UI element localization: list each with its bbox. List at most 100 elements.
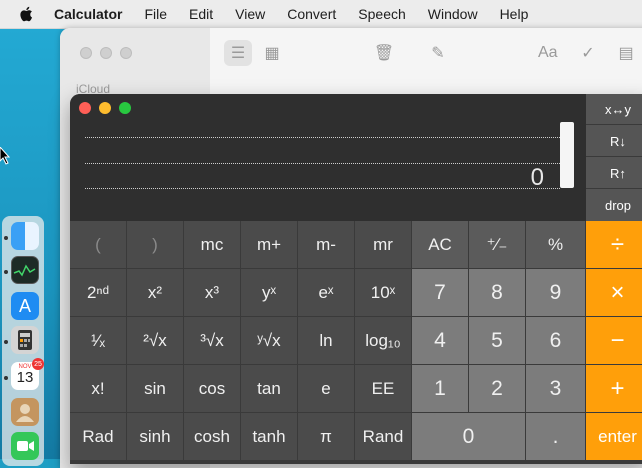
second-key[interactable]: 2ⁿᵈ — [70, 269, 127, 317]
rad-key[interactable]: Rad — [70, 413, 127, 461]
sign-key[interactable]: ⁺∕₋ — [469, 221, 526, 269]
display-scrollbar[interactable] — [560, 122, 574, 188]
tan-key[interactable]: tan — [241, 365, 298, 413]
enter-key[interactable]: enter — [586, 413, 642, 461]
ln-key[interactable]: ln — [298, 317, 355, 365]
rand-key[interactable]: Rand — [355, 413, 412, 461]
cursor-icon — [0, 147, 10, 165]
menu-edit[interactable]: Edit — [189, 6, 213, 22]
menu-convert[interactable]: Convert — [287, 6, 336, 22]
power-key[interactable]: yˣ — [241, 269, 298, 317]
calendar-badge: 25 — [32, 358, 44, 370]
multiply-key[interactable]: × — [586, 269, 642, 317]
list-view-icon[interactable]: ☰ — [224, 40, 252, 66]
notes-minimize-button[interactable] — [100, 47, 112, 59]
digit-8-key[interactable]: 8 — [469, 269, 526, 317]
all-clear-key[interactable]: AC — [412, 221, 469, 269]
square-key[interactable]: x² — [127, 269, 184, 317]
digit-1-key[interactable]: 1 — [412, 365, 469, 413]
drop-button[interactable]: drop — [586, 190, 642, 221]
digit-3-key[interactable]: 3 — [526, 365, 586, 413]
nth-root-key[interactable]: ʸ√x — [241, 317, 298, 365]
e-key[interactable]: e — [298, 365, 355, 413]
dock-running-dot — [4, 376, 8, 380]
percent-key[interactable]: % — [526, 221, 586, 269]
calculator-display: 0 — [70, 94, 586, 221]
cosh-key[interactable]: cosh — [184, 413, 241, 461]
app-store-icon[interactable]: A — [11, 292, 39, 320]
ten-power-key[interactable]: 10ˣ — [355, 269, 412, 317]
activity-monitor-icon[interactable] — [11, 256, 39, 284]
menu-window[interactable]: Window — [428, 6, 478, 22]
tanh-key[interactable]: tanh — [241, 413, 298, 461]
factorial-key[interactable]: x! — [70, 365, 127, 413]
table-icon[interactable]: ▤ — [612, 40, 640, 66]
menu-calculator[interactable]: Calculator — [54, 6, 122, 22]
plus-key[interactable]: + — [586, 365, 642, 413]
divide-key[interactable]: ÷ — [586, 221, 642, 269]
apple-icon[interactable] — [18, 5, 36, 23]
log10-key[interactable]: log₁₀ — [355, 317, 412, 365]
dock-running-dot — [4, 236, 8, 240]
mr-key[interactable]: mr — [355, 221, 412, 269]
notes-zoom-button[interactable] — [120, 47, 132, 59]
digit-2-key[interactable]: 2 — [469, 365, 526, 413]
digit-6-key[interactable]: 6 — [526, 317, 586, 365]
swap-xy-button[interactable]: x↔y — [586, 94, 642, 125]
menu-bar: Calculator File Edit View Convert Speech… — [0, 0, 642, 29]
sinh-key[interactable]: sinh — [127, 413, 184, 461]
m-minus-key[interactable]: m- — [298, 221, 355, 269]
finder-icon[interactable] — [11, 222, 39, 250]
mc-key[interactable]: mc — [184, 221, 241, 269]
grid-view-icon[interactable]: ▦ — [258, 40, 286, 66]
m-plus-key[interactable]: m+ — [241, 221, 298, 269]
notes-close-button[interactable] — [80, 47, 92, 59]
rpn-panel: x↔y R↓ R↑ drop — [586, 94, 642, 221]
roll-down-button[interactable]: R↓ — [586, 126, 642, 157]
close-paren-key[interactable]: ) — [127, 221, 184, 269]
zoom-button[interactable] — [119, 102, 131, 114]
menu-help[interactable]: Help — [500, 6, 529, 22]
calculator-icon[interactable] — [11, 326, 39, 354]
decimal-key[interactable]: . — [526, 413, 586, 461]
dock-running-dot — [4, 270, 8, 274]
stack-line — [85, 188, 560, 189]
open-paren-key[interactable]: ( — [70, 221, 127, 269]
pi-key[interactable]: π — [298, 413, 355, 461]
menu-speech[interactable]: Speech — [358, 6, 405, 22]
contacts-icon[interactable] — [11, 398, 39, 426]
font-format-button[interactable]: Aa — [538, 44, 558, 62]
calculator-window[interactable]: 0 x↔y R↓ R↑ drop () mc m+ m-mr AC ⁺∕₋% ÷ 2ⁿᵈ x² x… — [70, 94, 642, 464]
roll-up-button[interactable]: R↑ — [586, 158, 642, 189]
stack-line — [85, 163, 560, 164]
facetime-icon[interactable] — [11, 432, 39, 460]
exp-key[interactable]: eˣ — [298, 269, 355, 317]
compose-icon[interactable]: ✎ — [424, 40, 452, 66]
reciprocal-key[interactable]: ¹⁄ₓ — [70, 317, 127, 365]
menu-file[interactable]: File — [144, 6, 167, 22]
calendar-day: 13 — [16, 369, 34, 386]
dock-running-dot — [4, 340, 8, 344]
sin-key[interactable]: sin — [127, 365, 184, 413]
digit-5-key[interactable]: 5 — [469, 317, 526, 365]
digit-7-key[interactable]: 7 — [412, 269, 469, 317]
dock: A NOV 13 25 — [2, 216, 44, 466]
close-button[interactable] — [79, 102, 91, 114]
cos-key[interactable]: cos — [184, 365, 241, 413]
stack-line — [85, 137, 560, 138]
calendar-icon[interactable]: NOV 13 25 — [11, 358, 44, 390]
display-value: 0 — [530, 164, 544, 191]
cube-key[interactable]: x³ — [184, 269, 241, 317]
menu-view[interactable]: View — [235, 6, 265, 22]
minimize-button[interactable] — [99, 102, 111, 114]
minus-key[interactable]: − — [586, 317, 642, 365]
digit-0-key[interactable]: 0 — [412, 413, 526, 461]
keypad: () mc m+ m-mr AC ⁺∕₋% ÷ 2ⁿᵈ x² x³ yˣ eˣ 10ˣ 7 8 9 × ¹⁄ₓ ²√… — [70, 221, 642, 464]
ee-key[interactable]: EE — [355, 365, 412, 413]
trash-icon[interactable]: 🗑 — [370, 40, 398, 66]
digit-9-key[interactable]: 9 — [526, 269, 586, 317]
cube-root-key[interactable]: ³√x — [184, 317, 241, 365]
digit-4-key[interactable]: 4 — [412, 317, 469, 365]
square-root-key[interactable]: ²√x — [127, 317, 184, 365]
checklist-icon[interactable]: ✓ — [574, 40, 602, 66]
